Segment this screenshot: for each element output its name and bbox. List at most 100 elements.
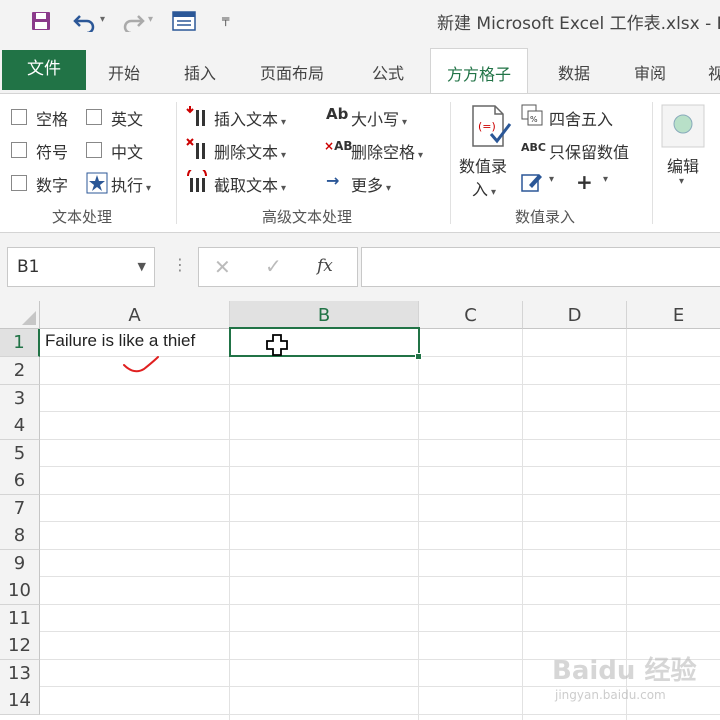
numeric-entry-dropdown-icon: ▾ — [491, 187, 497, 198]
insert-function-button[interactable]: fx — [317, 256, 333, 276]
space-checkbox[interactable] — [11, 109, 27, 125]
keep-values-button[interactable]: 只保留数值 — [549, 139, 629, 163]
gridline — [418, 329, 419, 720]
chinese-checkbox[interactable] — [86, 142, 102, 158]
gridline — [40, 604, 720, 605]
undo-dropdown-icon[interactable]: ▾ — [100, 14, 105, 25]
extract-text-icon — [186, 166, 208, 198]
tab-formulas[interactable]: 公式 — [372, 60, 404, 84]
space-label: 空格 — [36, 110, 69, 129]
cancel-icon[interactable]: ✕ — [214, 255, 231, 279]
more-dropdown-icon: ▾ — [386, 183, 392, 194]
redo-icon[interactable] — [120, 10, 146, 36]
formula-input[interactable] — [361, 247, 720, 287]
watermark-brand: Baidu 经验 — [552, 656, 697, 686]
row-header-6[interactable]: 6 — [0, 467, 40, 495]
english-checkbox[interactable] — [86, 109, 102, 125]
insert-text-button[interactable]: 插入文本 ▾ — [214, 106, 286, 130]
text-group-label: 文本处理 — [52, 208, 113, 226]
symbol-checkbox[interactable] — [11, 142, 27, 158]
select-all-corner[interactable] — [0, 301, 40, 329]
plus-dropdown-icon[interactable]: ▾ — [603, 174, 608, 185]
edit-group-icon[interactable] — [661, 104, 705, 152]
chinese-label: 中文 — [111, 143, 144, 162]
column-header-e[interactable]: E — [627, 301, 720, 329]
numeric-entry-button[interactable]: 入 ▾ — [472, 176, 496, 200]
more-label: 更多 — [351, 176, 384, 195]
row-header-13[interactable]: 13 — [0, 660, 40, 688]
delete-spaces-dropdown-icon: ▾ — [418, 150, 424, 161]
delete-spaces-label: 删除空格 — [351, 143, 416, 162]
gridline — [40, 631, 720, 632]
english-label: 英文 — [111, 110, 144, 129]
watermark-url: jingyan.baidu.com — [555, 688, 666, 702]
row-header-2[interactable]: 2 — [0, 357, 40, 385]
case-button[interactable]: 大小写 ▾ — [351, 106, 407, 130]
gridline — [229, 329, 230, 720]
cell-a1[interactable]: Failure is like a thief — [45, 331, 195, 351]
form-icon[interactable] — [172, 10, 196, 36]
gridline — [40, 521, 720, 522]
formula-bar: B1 ▼ ⋮ ✕ ✓ fx — [0, 233, 720, 301]
tab-fangfang-gezi[interactable]: 方方格子 — [430, 48, 529, 94]
customize-quick-access-icon[interactable]: ╤ — [222, 12, 229, 26]
tab-file[interactable]: 文件 — [2, 50, 86, 90]
formula-bar-grip-icon[interactable]: ⋮ — [172, 255, 188, 274]
execute-icon[interactable] — [86, 172, 108, 198]
tab-view[interactable]: 视 — [708, 60, 720, 84]
row-header-8[interactable]: 8 — [0, 522, 40, 550]
numeric-entry-icon[interactable]: (=) — [467, 104, 513, 152]
edit-cell-icon[interactable] — [521, 171, 543, 197]
group-divider — [176, 102, 177, 224]
column-header-d[interactable]: D — [523, 301, 627, 329]
edit-dropdown-icon[interactable]: ▾ — [679, 176, 684, 187]
plus-button[interactable]: + — [576, 170, 593, 194]
row-header-5[interactable]: 5 — [0, 440, 40, 468]
extract-text-button[interactable]: 截取文本 ▾ — [214, 172, 286, 196]
keep-values-icon: ABC — [521, 141, 546, 154]
row-header-10[interactable]: 10 — [0, 577, 40, 605]
column-header-b[interactable]: B — [230, 301, 419, 329]
fill-handle[interactable] — [415, 353, 422, 360]
extract-text-dropdown-icon: ▾ — [281, 183, 287, 194]
gridline — [40, 439, 720, 440]
insert-text-icon — [186, 104, 208, 132]
more-button[interactable]: 更多 ▾ — [351, 172, 391, 196]
case-label: 大小写 — [351, 110, 400, 129]
save-icon[interactable] — [30, 10, 52, 36]
tab-insert[interactable]: 插入 — [184, 60, 216, 84]
delete-spaces-button[interactable]: 删除空格 ▾ — [351, 139, 423, 163]
enter-icon[interactable]: ✓ — [265, 254, 282, 278]
number-checkbox[interactable] — [11, 175, 27, 191]
round-button[interactable]: 四舍五入 — [549, 106, 613, 130]
edit-cell-dropdown-icon[interactable]: ▾ — [549, 174, 554, 185]
title-bar: ▾ ▾ ╤ 新建 Microsoft Excel 工作表.xlsx - E — [0, 0, 720, 44]
more-arrow-icon: → — [326, 171, 340, 190]
undo-icon[interactable] — [72, 10, 98, 36]
row-header-3[interactable]: 3 — [0, 385, 40, 413]
tab-data[interactable]: 数据 — [558, 60, 590, 84]
row-header-7[interactable]: 7 — [0, 495, 40, 523]
cell-cursor-icon — [266, 334, 288, 356]
delete-text-button[interactable]: 删除文本 ▾ — [214, 139, 286, 163]
name-box-dropdown-icon[interactable]: ▼ — [138, 260, 146, 273]
execute-label: 执行 — [111, 176, 144, 195]
execute-button[interactable]: 执行 ▾ — [111, 172, 151, 196]
active-cell-b1[interactable] — [229, 327, 420, 357]
row-header-1[interactable]: 1 — [0, 329, 40, 357]
row-header-11[interactable]: 11 — [0, 605, 40, 633]
redo-dropdown-icon[interactable]: ▾ — [148, 14, 153, 25]
tab-review[interactable]: 审阅 — [634, 60, 666, 84]
delete-text-icon — [186, 137, 208, 165]
name-box[interactable]: B1 ▼ — [7, 247, 155, 287]
tab-home[interactable]: 开始 — [108, 60, 140, 84]
checkmark-annotation — [123, 356, 159, 373]
row-header-12[interactable]: 12 — [0, 632, 40, 660]
edit-button[interactable]: 编辑 — [667, 153, 699, 177]
row-header-14[interactable]: 14 — [0, 687, 40, 715]
column-header-a[interactable]: A — [40, 301, 230, 329]
tab-page-layout[interactable]: 页面布局 — [260, 60, 324, 84]
column-header-c[interactable]: C — [419, 301, 523, 329]
row-header-4[interactable]: 4 — [0, 412, 40, 440]
row-header-9[interactable]: 9 — [0, 550, 40, 578]
